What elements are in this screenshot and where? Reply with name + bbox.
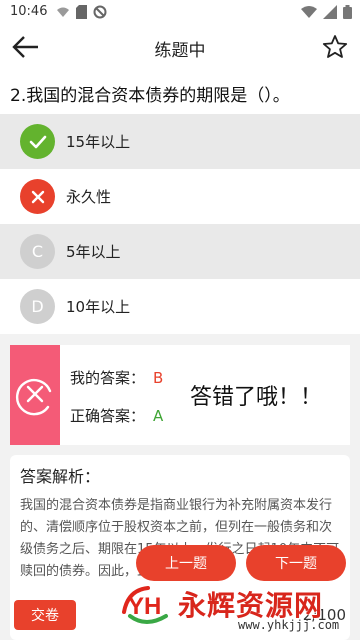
my-answer-label: 我的答案： (70, 369, 146, 387)
wrong-circle-icon (15, 378, 52, 416)
wifi-icon (301, 6, 317, 18)
status-bar: 10:46 (0, 0, 360, 24)
watermark: YH 永辉资源网 www.yhkjjj.com (118, 582, 358, 638)
correct-answer-value: A (153, 407, 164, 425)
option-badge-correct (20, 124, 55, 159)
correct-answer-label: 正确答案： (70, 407, 146, 425)
next-question-button[interactable]: 下一题 (246, 545, 346, 581)
option-c[interactable]: C 5年以上 (0, 224, 360, 279)
option-text: 永久性 (66, 188, 112, 206)
battery-icon (343, 5, 352, 19)
status-time: 10:46 (10, 4, 48, 19)
watermark-logo-icon: YH (122, 586, 168, 624)
option-text: 10年以上 (66, 298, 131, 316)
sd-card-icon (76, 5, 87, 19)
option-text: 5年以上 (66, 243, 121, 261)
question-text: 2.我国的混合资本债券的期限是（）。 (10, 86, 290, 106)
option-badge-letter: C (20, 234, 55, 269)
submit-exam-button[interactable]: 交卷 (14, 600, 76, 630)
result-card: 我的答案： B 正确答案： A 答错了哦！！ (10, 345, 350, 445)
option-a[interactable]: 15年以上 (0, 114, 360, 169)
wifi-question-icon (57, 7, 69, 17)
question-stem: 2.我国的混合资本债券的期限是（）。 (0, 70, 360, 114)
watermark-url: www.yhkjjj.com (238, 618, 340, 632)
favorite-button[interactable] (322, 34, 348, 60)
option-d[interactable]: D 10年以上 (0, 279, 360, 334)
watermark-logo-text: YH (128, 593, 161, 620)
signal-icon (323, 5, 337, 19)
close-icon (31, 190, 44, 203)
correct-answer-row: 正确答案： A (70, 405, 163, 426)
option-badge-wrong (20, 179, 55, 214)
page-title: 练题中 (154, 41, 206, 61)
option-badge-letter: D (20, 289, 55, 324)
analysis-title: 答案解析： (20, 467, 101, 486)
option-text: 15年以上 (66, 133, 131, 151)
result-icon-panel (10, 345, 60, 445)
do-not-disturb-icon (93, 5, 107, 19)
star-icon (322, 35, 348, 58)
check-icon (29, 135, 46, 148)
prev-question-button[interactable]: 上一题 (136, 545, 236, 581)
my-answer-row: 我的答案： B (70, 367, 163, 388)
result-message: 答错了哦！！ (190, 385, 323, 410)
my-answer-value: B (153, 369, 164, 387)
status-left-icons (56, 5, 107, 19)
app-bar: 练题中 (0, 24, 360, 70)
option-b[interactable]: 永久性 (0, 169, 360, 224)
status-right-icons (301, 5, 352, 19)
